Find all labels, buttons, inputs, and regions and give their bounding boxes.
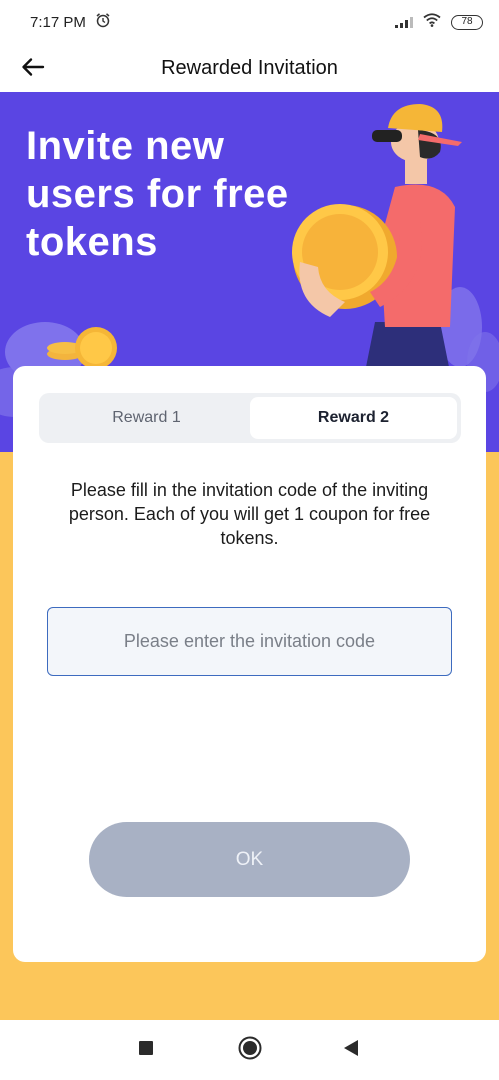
cellular-signal-icon (395, 16, 413, 28)
home-button[interactable] (237, 1036, 263, 1065)
circle-icon (238, 1036, 262, 1065)
ok-button[interactable]: OK (89, 822, 410, 897)
reward-tabs: Reward 1 Reward 2 (39, 393, 461, 443)
tab-reward-2[interactable]: Reward 2 (250, 397, 457, 439)
alarm-clock-icon (95, 12, 111, 32)
arrow-left-icon (21, 57, 45, 82)
status-time: 7:17 PM (30, 13, 86, 31)
recents-button[interactable] (136, 1040, 156, 1060)
invitation-description: Please fill in the invitation code of th… (68, 480, 431, 548)
triangle-back-icon (343, 1039, 359, 1062)
invitation-card: Reward 1 Reward 2 Please fill in the inv… (13, 366, 486, 962)
tab-reward-1[interactable]: Reward 1 (43, 397, 250, 439)
wifi-icon (423, 13, 441, 31)
page-title: Rewarded Invitation (161, 56, 338, 79)
invitation-code-input[interactable] (47, 607, 452, 676)
hero-headline: Invite new users for free tokens (26, 124, 289, 264)
square-icon (138, 1040, 154, 1061)
system-navigation-bar (0, 1020, 499, 1080)
app-bar: Rewarded Invitation (0, 44, 499, 92)
back-button[interactable] (16, 52, 50, 86)
battery-indicator: 78 (451, 14, 483, 30)
status-bar: 7:17 PM 78 (0, 0, 499, 44)
nav-back-button[interactable] (341, 1039, 361, 1062)
